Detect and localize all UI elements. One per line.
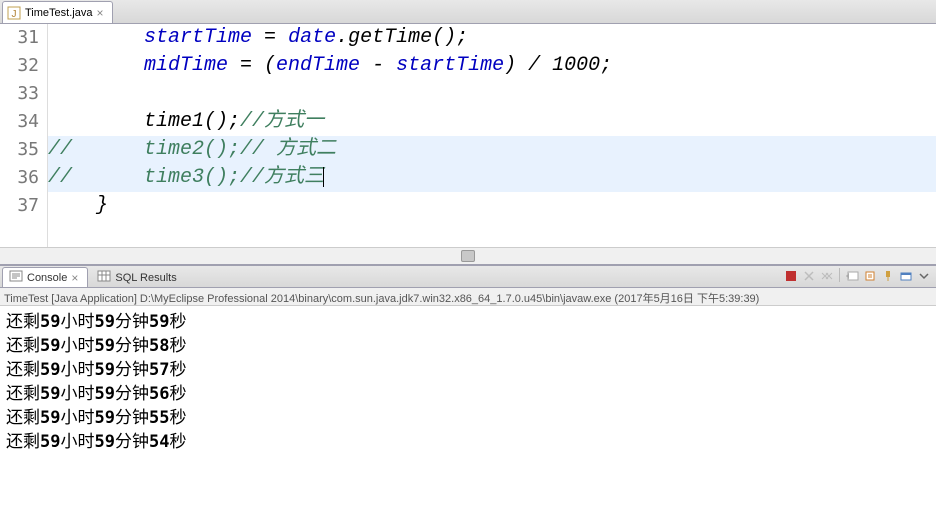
tab-sql-label: SQL Results <box>115 272 176 284</box>
line-number: 31 <box>0 24 39 52</box>
line-number: 33 <box>0 80 39 108</box>
line-number: 35 <box>0 136 39 164</box>
console-toolbar <box>783 268 932 284</box>
console-line: 还剩59小时59分钟58秒 <box>6 334 930 358</box>
line-number: 32 <box>0 52 39 80</box>
console-line: 还剩59小时59分钟57秒 <box>6 358 930 382</box>
code-line[interactable]: } <box>48 192 936 220</box>
svg-text:J: J <box>12 9 17 20</box>
code-area[interactable]: startTime = date.getTime(); midTime = (e… <box>48 24 936 247</box>
code-line[interactable]: midTime = (endTime - startTime) / 1000; <box>48 52 936 80</box>
display-selected-button[interactable] <box>898 268 914 284</box>
bottom-panel: Console × SQL Results <box>0 264 936 519</box>
scrollbar-thumb[interactable] <box>461 250 475 262</box>
pin-console-button[interactable] <box>880 268 896 284</box>
code-line[interactable] <box>48 80 936 108</box>
java-file-icon: J <box>7 6 21 20</box>
remove-all-button[interactable] <box>819 268 835 284</box>
editor-tab-timetest[interactable]: J TimeTest.java × <box>2 1 113 23</box>
code-line[interactable]: // time3();//方式三 <box>48 164 936 192</box>
clear-console-button[interactable] <box>844 268 860 284</box>
sql-icon <box>97 269 111 286</box>
horizontal-scrollbar[interactable] <box>0 247 936 264</box>
launch-info: TimeTest [Java Application] D:\MyEclipse… <box>0 288 936 306</box>
close-icon[interactable]: × <box>71 273 81 283</box>
console-output[interactable]: 还剩59小时59分钟59秒还剩59小时59分钟58秒还剩59小时59分钟57秒还… <box>0 306 936 519</box>
editor-tab-label: TimeTest.java <box>25 7 92 19</box>
line-number: 36 <box>0 164 39 192</box>
editor-tab-bar: J TimeTest.java × <box>0 0 936 24</box>
tab-sql-results[interactable]: SQL Results <box>90 267 183 287</box>
close-icon[interactable]: × <box>96 8 106 18</box>
text-caret <box>323 167 324 187</box>
tab-console-label: Console <box>27 272 67 284</box>
scroll-lock-button[interactable] <box>862 268 878 284</box>
tab-console[interactable]: Console × <box>2 267 88 287</box>
console-icon <box>9 269 23 286</box>
code-line[interactable]: time1();//方式一 <box>48 108 936 136</box>
line-number: 37 <box>0 192 39 220</box>
line-number: 34 <box>0 108 39 136</box>
remove-launch-button[interactable] <box>801 268 817 284</box>
panel-tab-bar: Console × SQL Results <box>0 266 936 288</box>
code-line[interactable]: startTime = date.getTime(); <box>48 24 936 52</box>
console-line: 还剩59小时59分钟56秒 <box>6 382 930 406</box>
open-console-dropdown[interactable] <box>916 268 932 284</box>
code-line[interactable]: // time2();// 方式二 <box>48 136 936 164</box>
console-line: 还剩59小时59分钟59秒 <box>6 310 930 334</box>
console-line: 还剩59小时59分钟54秒 <box>6 430 930 454</box>
separator <box>839 268 840 282</box>
line-gutter: 31323334353637 <box>0 24 48 247</box>
code-editor[interactable]: 31323334353637 startTime = date.getTime(… <box>0 24 936 247</box>
console-line: 还剩59小时59分钟55秒 <box>6 406 930 430</box>
terminate-button[interactable] <box>783 268 799 284</box>
